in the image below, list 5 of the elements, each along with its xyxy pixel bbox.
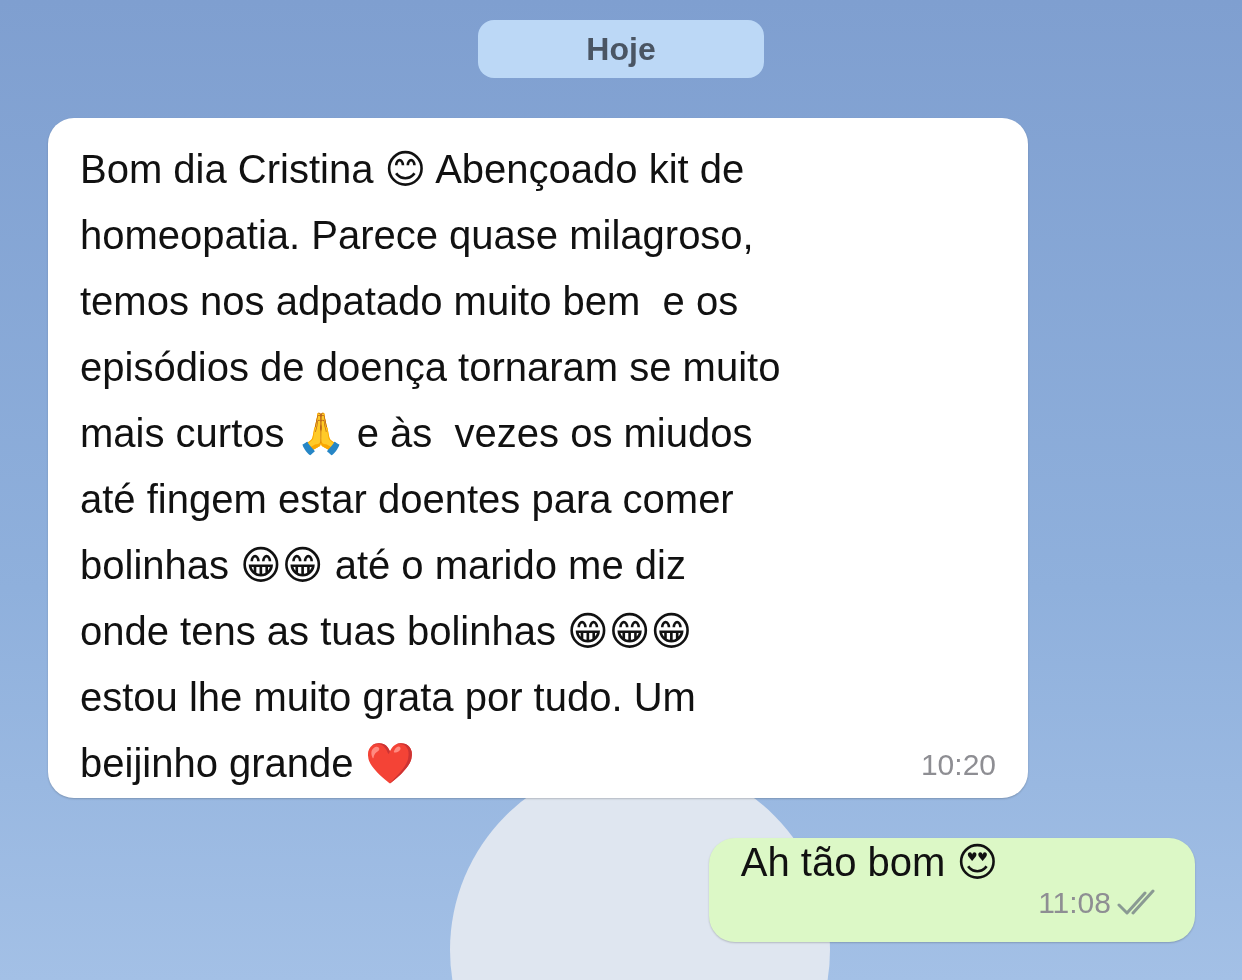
message-time: 11:08 <box>1038 886 1111 920</box>
message-text: Ah tão bom 😍 <box>740 839 999 886</box>
message-time: 10:20 <box>920 748 996 782</box>
message-text: Bom dia Cristina 😊 Abençoado kit de homeopatia. Parece quase milagroso, temos nos adpatado muito bem e os episódios de doença tornaram se muito mais curtos 🙏 e às vezes os miudos até fingem estar doentes para comer bolinhas 😁😁 até o marido me diz onde tens as tuas bolinhas 😁😁😁 estou lhe muito grata por tudo. Um beijinho grande ❤ <box>80 146 781 787</box>
date-chip: Hoje <box>478 20 764 78</box>
